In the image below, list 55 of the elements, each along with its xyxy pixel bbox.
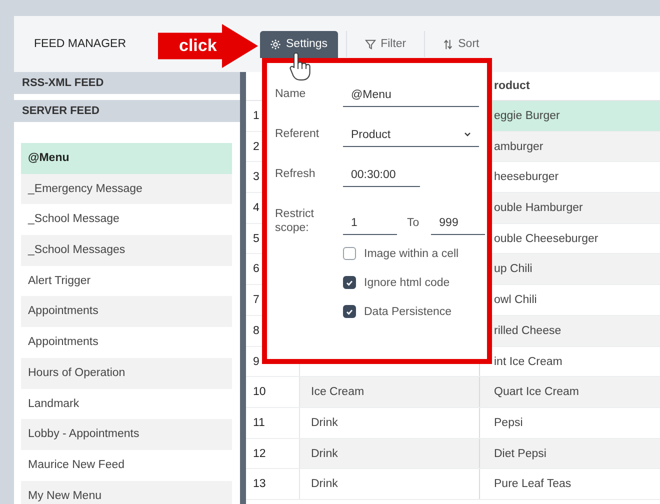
toolbar-button[interactable]: Sort: [433, 30, 490, 58]
checkbox[interactable]: [343, 276, 356, 289]
filter-icon: [364, 38, 376, 50]
feed-item[interactable]: @Menu: [21, 143, 232, 174]
table-cell: ouble Cheeseburger: [494, 232, 598, 245]
column-header[interactable]: roduct: [494, 80, 530, 92]
toolbar-button[interactable]: Settings: [260, 30, 338, 58]
name-field[interactable]: @Menu: [343, 83, 479, 107]
table-cell: amburger: [494, 140, 544, 153]
table-cell: int Ice Cream: [494, 356, 562, 368]
feed-item[interactable]: Alert Trigger: [21, 266, 232, 296]
table-cell: Pure Leaf Teas: [494, 478, 572, 490]
table-cell: Drink: [300, 408, 480, 438]
feed-item[interactable]: _Emergency Message: [21, 174, 232, 204]
feed-item[interactable]: Landmark: [21, 388, 232, 420]
checkbox[interactable]: [343, 247, 356, 260]
check-icon: [346, 280, 353, 286]
table-cell: owl Chili: [494, 294, 537, 306]
gear-icon: [270, 38, 281, 50]
table-cell: ouble Hamburger: [494, 202, 583, 214]
feed-item[interactable]: Appointments: [21, 296, 232, 328]
feed-item[interactable]: _School Message: [21, 204, 232, 236]
toolbar-button[interactable]: Filter: [354, 30, 416, 58]
table-cell: Ice Cream: [300, 377, 480, 407]
table-cell: Diet Pepsi: [494, 448, 546, 460]
table-cell: Drink: [300, 438, 480, 468]
refresh-field[interactable]: 00:30:00: [343, 163, 420, 187]
feed-item[interactable]: Lobby - Appointments: [21, 419, 232, 450]
table-cell: heeseburger: [494, 171, 559, 184]
field-label: Name: [275, 87, 307, 101]
sort-icon: [443, 38, 454, 50]
feed-item[interactable]: Maurice New Feed: [21, 450, 232, 481]
from-field[interactable]: 1: [343, 211, 397, 235]
referent-dropdown[interactable]: Product: [343, 123, 479, 147]
table-cell: Quart Ice Cream: [494, 386, 579, 398]
feed-item[interactable]: Appointments: [21, 327, 232, 358]
section-header[interactable]: RSS-XML FEED: [14, 72, 240, 94]
checkbox-label: Image within a cell: [364, 248, 459, 260]
checkbox-label: Data Persistence: [364, 306, 452, 318]
table-cell: eggie Burger: [494, 110, 560, 122]
checkbox[interactable]: [343, 305, 356, 318]
chevron-icon: [464, 132, 471, 137]
check-icon: [346, 308, 353, 314]
table-cell: Drink: [300, 469, 480, 499]
section-header[interactable]: SERVER FEED: [14, 100, 240, 122]
table-cell: Pepsi: [494, 416, 523, 429]
feed-item[interactable]: Hours of Operation: [21, 358, 232, 388]
table-cell: rilled Cheese: [494, 324, 562, 337]
app-title: FEED MANAGER: [34, 38, 126, 50]
to-field[interactable]: 999: [431, 211, 486, 235]
checkbox-label: Ignore html code: [364, 276, 450, 288]
feed-item[interactable]: My New Menu: [21, 480, 232, 504]
to-label: To: [407, 216, 420, 231]
table-cell: up Chili: [494, 263, 532, 276]
feed-item[interactable]: _School Messages: [21, 235, 232, 266]
